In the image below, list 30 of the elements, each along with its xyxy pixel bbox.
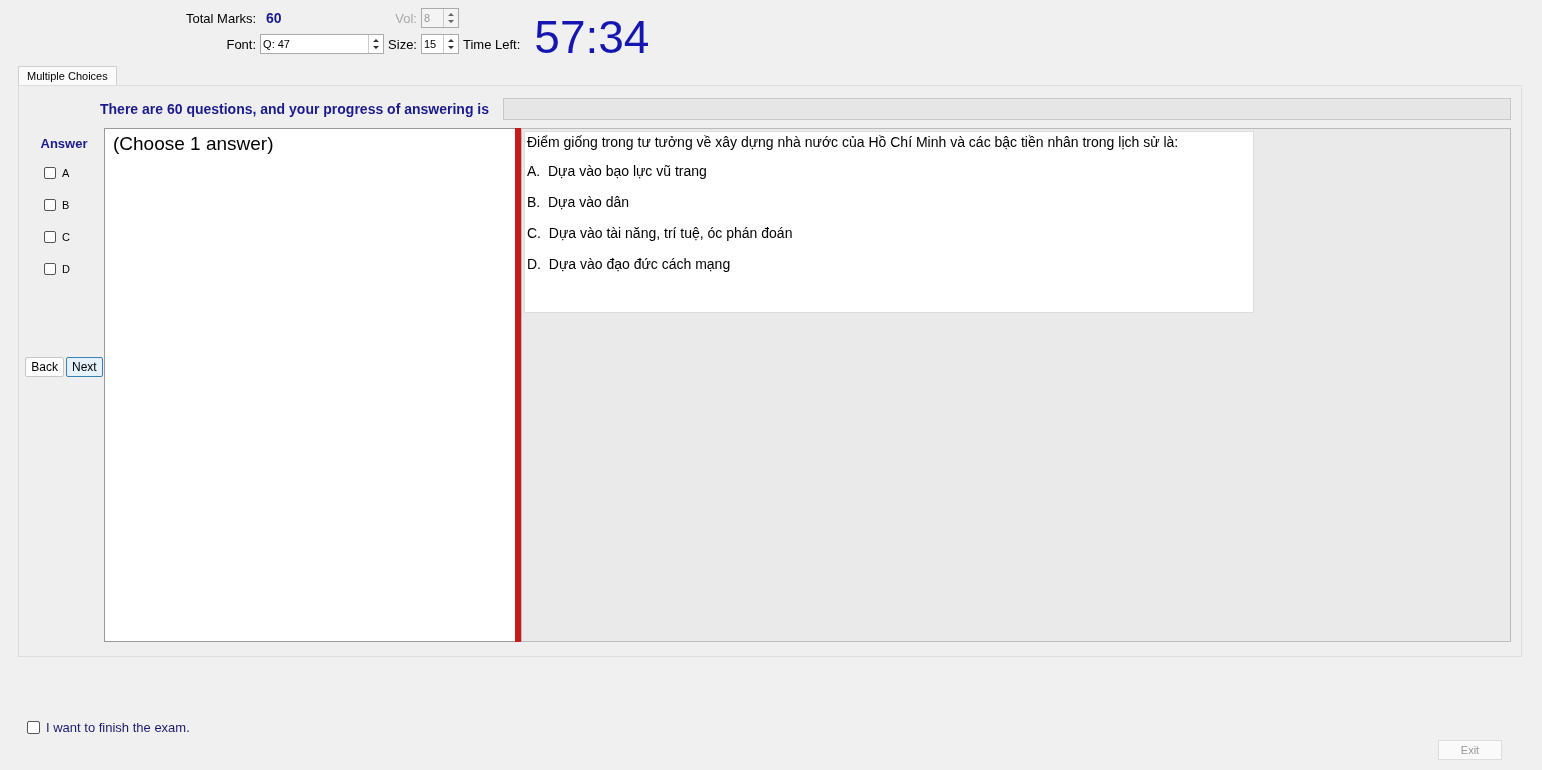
question-text: Điểm giống trong tư tưởng về xây dựng nhà nước của Hồ Chí Minh và các bậc tiền nhân trong lịch sử là: — [527, 134, 1180, 150]
progress-text: There are 60 questions, and your progress of answering is — [100, 101, 489, 117]
font-label: Font: — [225, 36, 257, 52]
checkbox-icon[interactable] — [44, 199, 56, 211]
font-spinner[interactable]: Q: 47 — [260, 34, 385, 54]
answer-checkbox[interactable]: D — [44, 253, 84, 285]
question-option: B. Dựa vào dân — [527, 194, 1251, 210]
answer-checkbox[interactable]: B — [44, 189, 84, 221]
back-button[interactable]: Back — [25, 357, 64, 377]
answer-checkbox[interactable]: C — [44, 221, 84, 253]
tab[interactable]: Multiple Choices — [18, 66, 117, 85]
checkbox-icon[interactable] — [27, 721, 40, 734]
checkbox-icon[interactable] — [44, 231, 56, 243]
volume-label: Vol: — [394, 10, 417, 26]
time-left-label: Time Left: — [463, 36, 521, 52]
size-spinner[interactable]: 15 — [421, 34, 459, 54]
instruction-text: (Choose 1 answer) — [113, 133, 274, 154]
question-option: C. Dựa vào tài năng, trí tuệ, óc phán đoán — [527, 225, 1251, 241]
answer-checkbox[interactable]: A — [44, 157, 84, 189]
answer-heading: Answer — [40, 136, 88, 151]
question-option: D. Dựa vào đạo đức cách mạng — [527, 256, 1251, 272]
checkbox-icon[interactable] — [44, 263, 56, 275]
next-button[interactable]: Next — [66, 357, 103, 377]
size-label: Size: — [388, 36, 417, 52]
question-option: A. Dựa vào bạo lực vũ trang — [527, 163, 1251, 179]
total-marks-value: 60 — [265, 10, 283, 26]
checkbox-icon[interactable] — [44, 167, 56, 179]
time-left-value: 57:34 — [534, 10, 650, 64]
total-marks-label: Total Marks: — [186, 10, 257, 26]
finish-checkbox[interactable]: I want to finish the exam. — [27, 720, 190, 735]
